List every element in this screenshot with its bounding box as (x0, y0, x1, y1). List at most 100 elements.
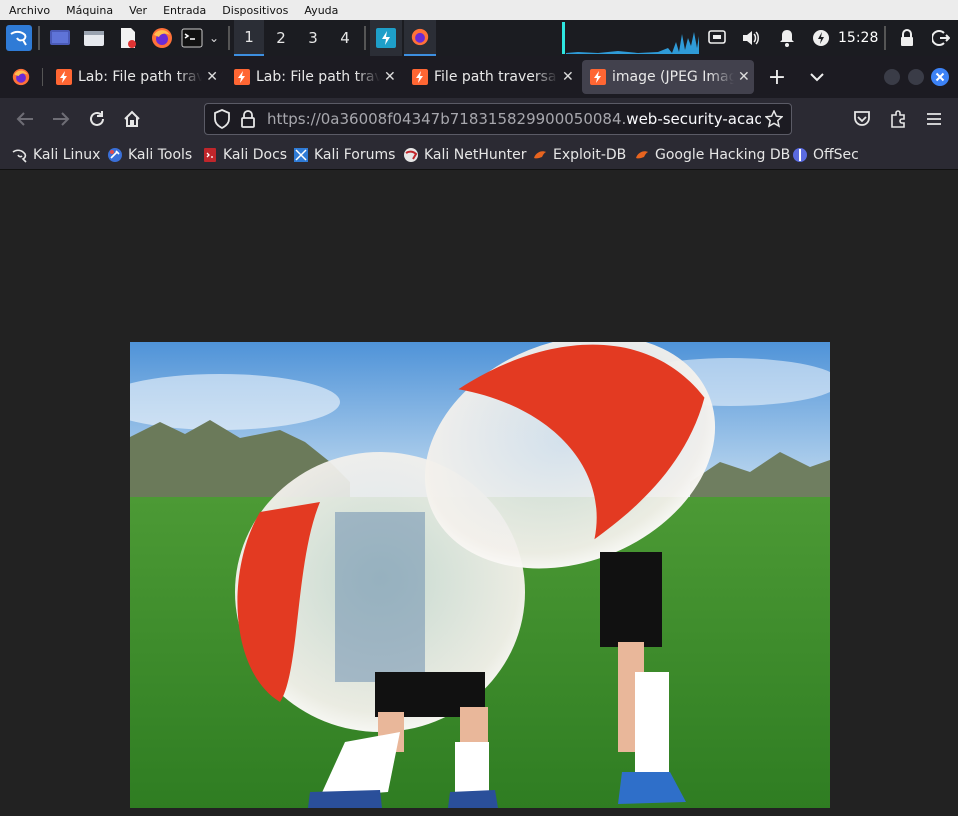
bookmark-label: Kali NetHunter (424, 147, 527, 163)
maximize-window-icon[interactable] (906, 60, 926, 94)
file-manager-icon[interactable] (80, 20, 108, 56)
burp-favicon-icon (590, 69, 606, 85)
network-icon[interactable] (704, 20, 730, 56)
tab-path-traversal[interactable]: File path traversal, sim ✕ (404, 60, 574, 94)
tracking-protection-shield-icon[interactable] (213, 109, 231, 129)
app-menu-button[interactable] (918, 98, 950, 140)
tab-title: Lab: File path traversal (78, 69, 203, 85)
menu-maquina[interactable]: Máquina (57, 4, 120, 17)
arrow-left-icon (16, 112, 33, 126)
firefox-view-icon[interactable] (4, 60, 38, 94)
bookmark-label: Google Hacking DB (655, 147, 791, 163)
close-window-icon[interactable] (930, 60, 950, 94)
burp-icon[interactable] (370, 20, 402, 56)
back-button[interactable] (9, 98, 41, 140)
burp-favicon-icon (412, 69, 428, 85)
bookmark-kali-tools[interactable]: Kali Tools (107, 140, 192, 170)
image-viewer (0, 170, 958, 816)
workspace-2[interactable]: 2 (266, 20, 296, 56)
menu-archivo[interactable]: Archivo (0, 4, 57, 17)
padlock-icon[interactable] (241, 110, 255, 128)
tab-title: image (JPEG Image, 700 (612, 69, 734, 85)
reload-button[interactable] (81, 98, 113, 140)
minimize-window-icon[interactable] (882, 60, 902, 94)
bookmark-ghdb[interactable]: Google Hacking DB (634, 140, 790, 170)
nav-toolbar: https://0a36008f04347b718315829900050084… (0, 98, 958, 140)
bookmarks-toolbar: Kali Linux Kali Tools Kali Docs Kali For… (0, 140, 958, 170)
vm-menubar: Archivo Máquina Ver Entrada Dispositivos… (0, 0, 958, 20)
close-tab-icon[interactable]: ✕ (562, 69, 574, 85)
workspace-3[interactable]: 3 (298, 20, 328, 56)
reload-icon (90, 111, 104, 126)
terminal-icon[interactable] (180, 20, 204, 56)
menu-dispositivos[interactable]: Dispositivos (213, 4, 295, 17)
tab-title: File path traversal, sim (434, 69, 558, 85)
lock-icon[interactable] (894, 20, 920, 56)
workspace-4[interactable]: 4 (330, 20, 360, 56)
url-bar[interactable]: https://0a36008f04347b718315829900050084… (204, 103, 792, 135)
menu-ayuda[interactable]: Ayuda (295, 4, 345, 17)
desktop-icon[interactable] (46, 20, 74, 56)
new-tab-icon[interactable]: + (762, 60, 792, 94)
nethunter-icon (404, 148, 418, 162)
workspace-1[interactable]: 1 (234, 20, 264, 56)
tab-image-active[interactable]: image (JPEG Image, 700 ✕ (582, 60, 754, 94)
text-editor-icon[interactable] (114, 20, 142, 56)
kali-menu-icon[interactable] (4, 20, 34, 56)
kali-docs-icon (204, 148, 216, 162)
forward-button[interactable] (45, 98, 77, 140)
power-manager-icon[interactable] (808, 20, 834, 56)
top-panel: ⌄ 1 2 3 4 15:28 (0, 20, 958, 56)
menu-ver[interactable]: Ver (120, 4, 154, 17)
bookmark-offsec[interactable]: OffSec (792, 140, 859, 170)
bookmark-label: Kali Linux (33, 147, 101, 163)
url-domain: web-security-academy.net (626, 110, 761, 128)
logout-icon[interactable] (928, 20, 954, 56)
tab-lab-2[interactable]: Lab: File path traversal ✕ (226, 60, 396, 94)
hamburger-menu-icon (927, 113, 941, 125)
tab-bar: Lab: File path traversal ✕ Lab: File pat… (0, 56, 958, 98)
clock[interactable]: 15:28 (838, 20, 878, 56)
exploit-db-icon (534, 151, 546, 159)
close-tab-icon[interactable]: ✕ (206, 69, 218, 85)
close-tab-icon[interactable]: ✕ (384, 69, 396, 85)
bookmark-label: Exploit-DB (553, 147, 627, 163)
kali-forums-icon (294, 148, 308, 162)
pocket-button[interactable] (846, 98, 878, 140)
extensions-button[interactable] (882, 98, 914, 140)
bookmark-star-icon[interactable] (765, 110, 783, 128)
pocket-icon (854, 111, 870, 126)
burp-favicon-icon (56, 69, 72, 85)
menu-entrada[interactable]: Entrada (154, 4, 213, 17)
bookmark-kali-nethunter[interactable]: Kali NetHunter (403, 140, 526, 170)
firefox-window-icon[interactable] (404, 20, 436, 56)
chevron-down-icon[interactable]: ⌄ (205, 20, 223, 56)
puzzle-icon (891, 110, 905, 128)
kali-dragon-icon (12, 149, 27, 163)
home-icon (124, 110, 140, 127)
bookmark-kali-forums[interactable]: Kali Forums (293, 140, 395, 170)
bookmark-label: Kali Tools (128, 147, 193, 163)
bookmark-kali-linux[interactable]: Kali Linux (12, 140, 100, 170)
volume-icon[interactable] (738, 20, 764, 56)
burp-favicon-icon (234, 69, 250, 85)
ghdb-icon (636, 151, 648, 159)
url-prefix: https://0a36008f04347b718315829900050084… (267, 110, 627, 128)
kali-tools-icon (108, 148, 122, 162)
bookmark-label: Kali Docs (223, 147, 288, 163)
tab-lab-1[interactable]: Lab: File path traversal ✕ (48, 60, 218, 94)
bookmark-label: OffSec (813, 147, 859, 163)
bookmark-kali-docs[interactable]: Kali Docs (202, 140, 287, 170)
bookmark-exploit-db[interactable]: Exploit-DB (532, 140, 626, 170)
bubble-soccer-image[interactable] (130, 342, 830, 808)
cpu-graph (562, 22, 699, 54)
firefox-icon[interactable] (148, 20, 176, 56)
url-text[interactable]: https://0a36008f04347b718315829900050084… (267, 110, 761, 128)
close-tab-icon[interactable]: ✕ (738, 69, 750, 85)
tab-title: Lab: File path traversal (256, 69, 380, 85)
bell-icon[interactable] (774, 20, 800, 56)
home-button[interactable] (116, 98, 148, 140)
list-all-tabs-icon[interactable] (802, 60, 832, 94)
offsec-icon (793, 148, 807, 162)
arrow-right-icon (53, 112, 70, 126)
